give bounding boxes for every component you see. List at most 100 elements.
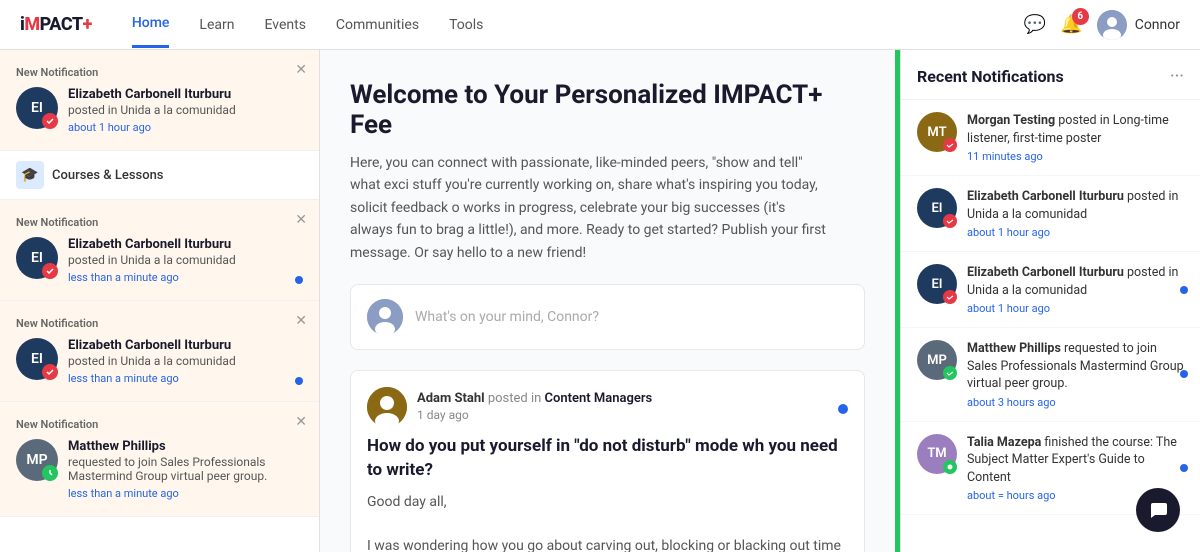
feed-item-header: Adam Stahl posted in Content Managers 1 … (367, 387, 848, 427)
notification-label: New Notification (16, 66, 303, 79)
unread-dot (1180, 464, 1188, 472)
right-notification-item: EI Elizabeth Carbonell Iturburu posted i… (901, 176, 1200, 252)
notification-label: New Notification (16, 418, 303, 431)
notification-text: posted in Unida a la comunidad (68, 253, 303, 267)
welcome-text: Here, you can connect with passionate, l… (350, 152, 830, 264)
right-notifications-panel: Recent Notifications ··· MT Morgan Testi… (900, 50, 1200, 552)
nav-home[interactable]: Home (132, 1, 170, 48)
notification-body: EI Elizabeth Carbonell Iturburu posted i… (16, 87, 303, 134)
notification-badge: 6 (1072, 8, 1089, 25)
notification-item: New Notification ✕ EI Elizabeth Carbonel… (0, 50, 319, 151)
welcome-title: Welcome to Your Personalized IMPACT+ Fee (350, 80, 865, 140)
notification-content: Matthew Phillips requested to join Sales… (967, 340, 1184, 409)
courses-icon: 🎓 (16, 161, 44, 189)
header: iMPACT+ Home Learn Events Communities To… (0, 0, 1200, 50)
notification-body: MP Matthew Phillips requested to join Sa… (16, 439, 303, 500)
logo-text: iMPACT+ (20, 14, 92, 35)
right-panel-title: Recent Notifications (917, 67, 1064, 86)
avatar-badge (943, 138, 957, 152)
close-icon[interactable]: ✕ (295, 313, 307, 329)
notification-text: Elizabeth Carbonell Iturburu posted in U… (967, 188, 1184, 223)
avatar-badge (943, 290, 957, 304)
post-input[interactable]: What's on your mind, Connor? (415, 309, 848, 325)
notification-text: requested to join Sales Professionals Ma… (68, 455, 303, 483)
left-notifications-panel: New Notification ✕ EI Elizabeth Carbonel… (0, 50, 320, 552)
notification-time[interactable]: about 3 hours ago (967, 396, 1184, 409)
avatar-badge (42, 364, 58, 380)
notification-time[interactable]: about 1 hour ago (68, 121, 303, 134)
avatar-badge (42, 263, 58, 279)
notification-time[interactable]: less than a minute ago (68, 271, 303, 284)
main-nav: Home Learn Events Communities Tools (132, 1, 1024, 48)
notification-time[interactable]: about 1 hour ago (967, 226, 1184, 239)
user-avatar (1097, 10, 1127, 40)
courses-label: Courses & Lessons (52, 168, 164, 183)
chat-bubble-button[interactable] (1136, 488, 1180, 532)
notification-text: Talia Mazepa finished the course: The Su… (967, 434, 1184, 487)
feed-avatar (367, 387, 407, 427)
main-content: Welcome to Your Personalized IMPACT+ Fee… (320, 50, 895, 552)
notification-text: Morgan Testing posted in Long-time liste… (967, 112, 1184, 147)
close-icon[interactable]: ✕ (295, 414, 307, 430)
more-options-icon[interactable]: ··· (1170, 66, 1184, 87)
notification-content: Elizabeth Carbonell Iturburu posted in U… (68, 87, 303, 134)
notification-label: New Notification (16, 216, 303, 229)
notification-text: posted in Unida a la comunidad (68, 354, 303, 368)
feed-body: Good day all, I was wondering how you go… (367, 491, 848, 552)
user-menu[interactable]: Connor (1097, 10, 1180, 40)
feed-title: How do you put yourself in "do not distu… (367, 435, 848, 483)
avatar: EI (16, 338, 58, 380)
post-box[interactable]: What's on your mind, Connor? (350, 284, 865, 350)
notification-text: posted in Unida a la comunidad (68, 103, 303, 117)
close-icon[interactable]: ✕ (295, 212, 307, 228)
notification-time[interactable]: about 1 hour ago (967, 302, 1184, 315)
nav-communities[interactable]: Communities (336, 3, 419, 47)
feed-time: 1 day ago (417, 408, 652, 422)
nav-learn[interactable]: Learn (199, 3, 234, 47)
unread-dot (1180, 370, 1188, 378)
notification-content: Elizabeth Carbonell Iturburu posted in U… (68, 237, 303, 284)
notification-text: Matthew Phillips requested to join Sales… (967, 340, 1184, 393)
avatar-badge (943, 460, 957, 474)
close-icon[interactable]: ✕ (295, 62, 307, 78)
notification-time[interactable]: less than a minute ago (68, 487, 303, 500)
avatar: EI (16, 237, 58, 279)
notifier-name: Matthew Phillips (68, 439, 303, 454)
notification-time[interactable]: 11 minutes ago (967, 150, 1184, 163)
avatar-badge (943, 366, 957, 380)
notification-item: New Notification ✕ EI Elizabeth Carbonel… (0, 301, 319, 402)
notification-content: Elizabeth Carbonell Iturburu posted in U… (967, 264, 1184, 315)
user-name: Connor (1135, 17, 1180, 33)
chat-icon[interactable]: 💬 (1024, 14, 1046, 35)
notification-content: Elizabeth Carbonell Iturburu posted in U… (967, 188, 1184, 239)
layout: New Notification ✕ EI Elizabeth Carbonel… (0, 50, 1200, 552)
feed-item: Adam Stahl posted in Content Managers 1 … (350, 370, 865, 552)
unread-dot (838, 404, 848, 414)
post-box-avatar (367, 299, 403, 335)
poster-name: Adam Stahl (417, 391, 485, 406)
notification-content: Elizabeth Carbonell Iturburu posted in U… (68, 338, 303, 385)
notification-time[interactable]: less than a minute ago (68, 372, 303, 385)
right-notification-item: EI Elizabeth Carbonell Iturburu posted i… (901, 252, 1200, 328)
notification-body: EI Elizabeth Carbonell Iturburu posted i… (16, 237, 303, 284)
notification-text: Elizabeth Carbonell Iturburu posted in U… (967, 264, 1184, 299)
avatar: EI (16, 87, 58, 129)
avatar: TM (917, 434, 957, 474)
notification-item: New Notification ✕ EI Elizabeth Carbonel… (0, 200, 319, 301)
main-inner: Welcome to Your Personalized IMPACT+ Fee… (320, 50, 895, 552)
notification-content: Matthew Phillips requested to join Sales… (68, 439, 303, 500)
avatar-badge (943, 214, 957, 228)
notification-body: EI Elizabeth Carbonell Iturburu posted i… (16, 338, 303, 385)
avatar-badge (42, 113, 58, 129)
community-link[interactable]: Content Managers (545, 391, 653, 406)
nav-tools[interactable]: Tools (449, 3, 483, 47)
avatar-badge (42, 465, 58, 481)
posted-in: posted in (488, 391, 545, 406)
unread-dot (295, 377, 303, 385)
notification-label: New Notification (16, 317, 303, 330)
courses-section: 🎓 Courses & Lessons (0, 151, 319, 200)
nav-events[interactable]: Events (264, 3, 305, 47)
notifier-name: Elizabeth Carbonell Iturburu (68, 237, 303, 252)
header-right: 💬 🔔 6 Connor (1024, 10, 1180, 40)
notification-bell[interactable]: 🔔 6 (1060, 14, 1082, 35)
